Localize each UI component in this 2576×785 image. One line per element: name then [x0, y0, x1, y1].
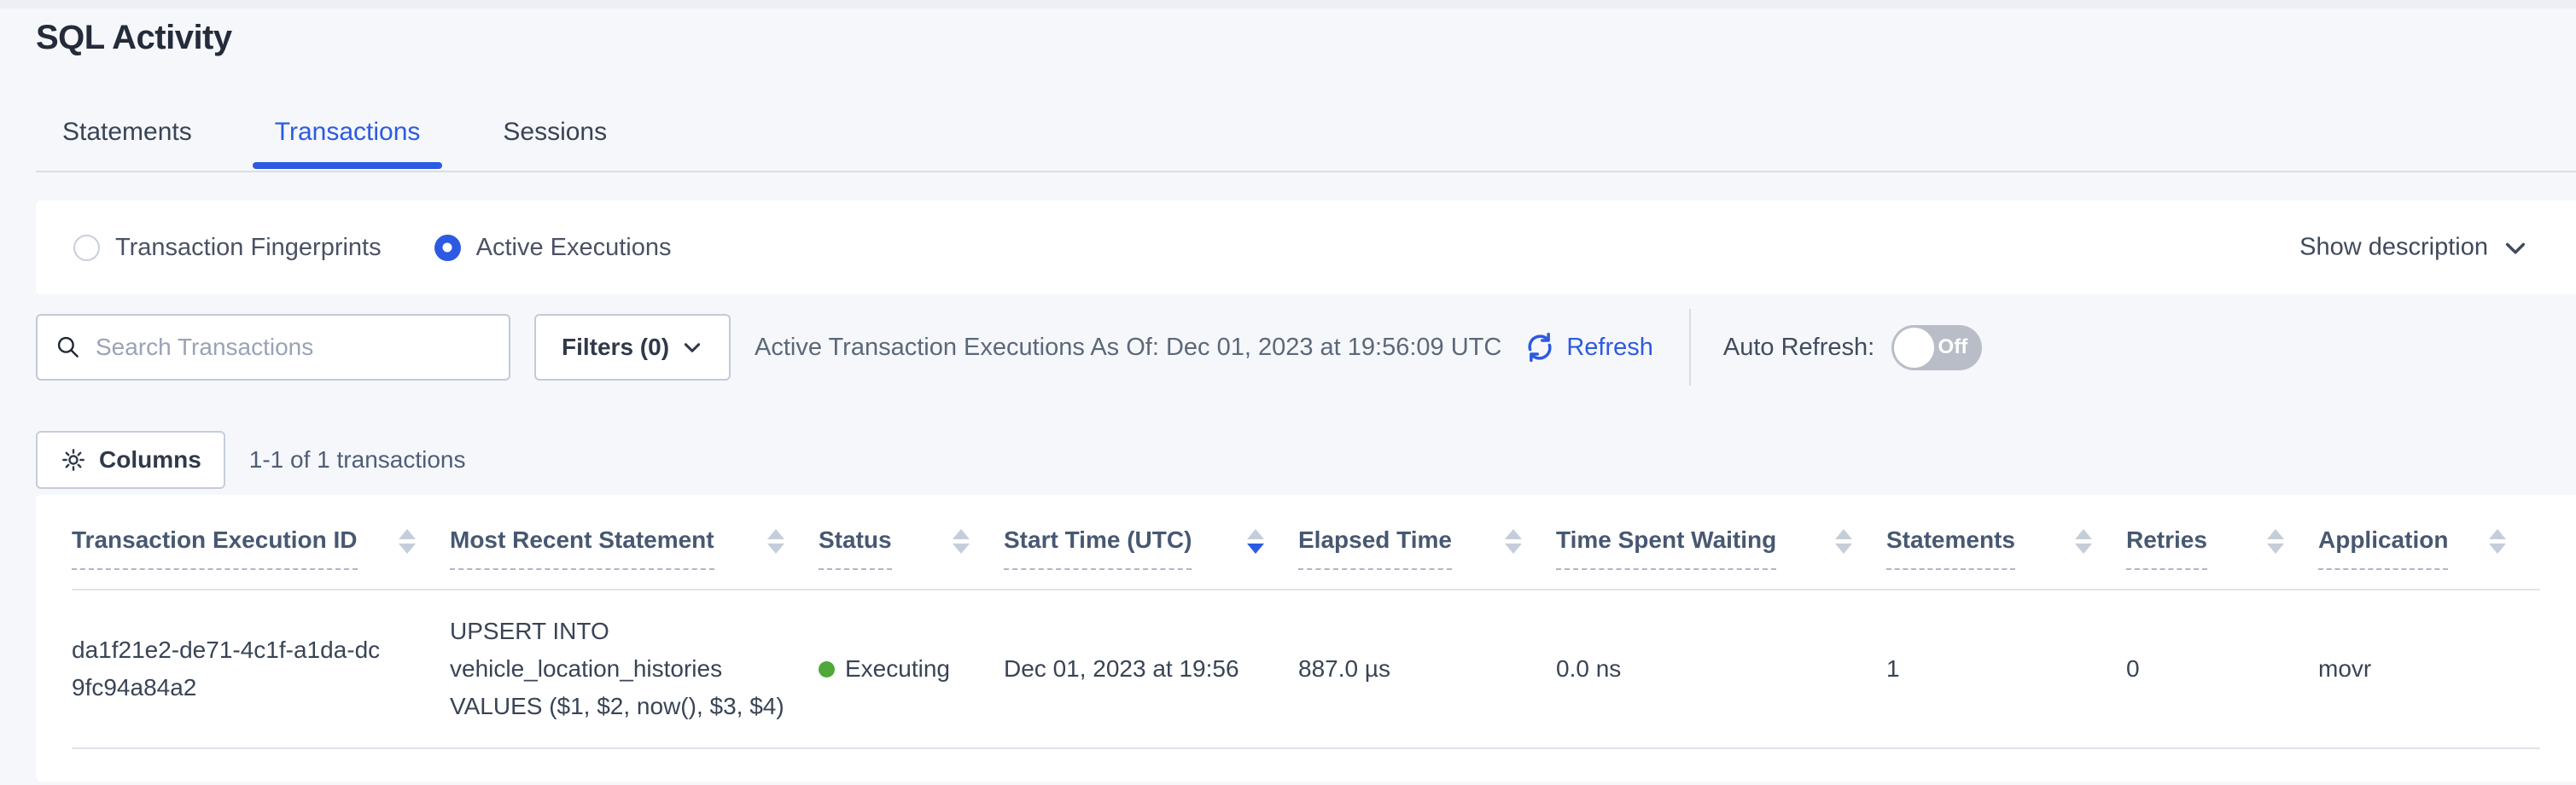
- header-label[interactable]: Elapsed Time: [1298, 526, 1452, 570]
- sort-carets[interactable]: [2267, 529, 2284, 554]
- toggle-state-label: Off: [1938, 335, 1968, 359]
- header-label[interactable]: Statements: [1886, 526, 2015, 570]
- cell-application: movr: [2318, 650, 2540, 688]
- header-label[interactable]: Status: [819, 526, 892, 570]
- cell-start-time: Dec 01, 2023 at 19:56: [1004, 650, 1298, 688]
- cell-time-spent-waiting: 0.0 ns: [1556, 650, 1886, 688]
- transaction-execution-id[interactable]: da1f21e2-de71-4c1f-a1da-dc9fc94a84a2: [72, 631, 389, 706]
- header-label[interactable]: Application: [2318, 526, 2448, 570]
- sort-carets[interactable]: [953, 529, 970, 554]
- top-edge-strip: [0, 0, 2576, 9]
- tab-statements-label: Statements: [62, 118, 192, 146]
- results-bar: Columns 1-1 of 1 transactions: [36, 431, 465, 489]
- chevron-down-icon: [2502, 234, 2529, 261]
- controls-row: Filters (0) Active Transaction Execution…: [36, 314, 2576, 381]
- status-label: Executing: [845, 650, 950, 688]
- table-row[interactable]: da1f21e2-de71-4c1f-a1da-dc9fc94a84a2 UPS…: [72, 590, 2540, 749]
- sort-carets[interactable]: [767, 529, 784, 554]
- sort-carets-active-desc[interactable]: [1247, 529, 1264, 554]
- header-label[interactable]: Most Recent Statement: [450, 526, 714, 570]
- columns-button[interactable]: Columns: [36, 431, 225, 489]
- result-count: 1-1 of 1 transactions: [249, 446, 466, 474]
- cell-status: Executing: [819, 650, 1004, 688]
- radio-transaction-fingerprints[interactable]: Transaction Fingerprints: [73, 234, 382, 262]
- active-tab-underline: [253, 162, 443, 169]
- refresh-label: Refresh: [1566, 334, 1653, 362]
- cell-retries: 0: [2126, 650, 2318, 688]
- sort-carets[interactable]: [1835, 529, 1852, 554]
- radio-transaction-fingerprints-label: Transaction Fingerprints: [115, 234, 382, 262]
- gear-icon: [60, 446, 87, 474]
- search-input[interactable]: [96, 334, 492, 361]
- radio-unselected-icon[interactable]: [73, 235, 100, 261]
- sort-carets[interactable]: [399, 529, 416, 554]
- column-header-status: Status: [819, 526, 1004, 589]
- sort-carets[interactable]: [2489, 529, 2506, 554]
- refresh-icon: [1522, 329, 1558, 365]
- sort-carets[interactable]: [1505, 529, 1522, 554]
- table-header-row: Transaction Execution ID Most Recent Sta…: [72, 495, 2540, 590]
- search-icon: [55, 334, 82, 361]
- header-label[interactable]: Time Spent Waiting: [1556, 526, 1776, 570]
- column-header-retries: Retries: [2126, 526, 2318, 589]
- radio-selected-icon[interactable]: [434, 235, 461, 261]
- as-of-timestamp: Active Transaction Executions As Of: Dec…: [755, 334, 1501, 362]
- filters-button[interactable]: Filters (0): [534, 314, 731, 381]
- most-recent-statement: UPSERT INTO vehicle_location_histories V…: [450, 613, 784, 725]
- columns-button-label: Columns: [99, 446, 201, 474]
- auto-refresh-label: Auto Refresh:: [1723, 334, 1874, 362]
- header-label[interactable]: Start Time (UTC): [1004, 526, 1192, 570]
- filters-button-label: Filters (0): [562, 334, 669, 361]
- chevron-down-icon: [681, 336, 703, 358]
- column-header-time-spent-waiting: Time Spent Waiting: [1556, 526, 1886, 589]
- view-mode-card: Transaction Fingerprints Active Executio…: [36, 201, 2576, 294]
- header-label[interactable]: Transaction Execution ID: [72, 526, 358, 570]
- tabs-divider: [36, 171, 2576, 172]
- cell-most-recent-statement: UPSERT INTO vehicle_location_histories V…: [450, 613, 819, 725]
- show-description-label: Show description: [2299, 234, 2488, 262]
- cell-transaction-execution-id[interactable]: da1f21e2-de71-4c1f-a1da-dc9fc94a84a2: [72, 631, 450, 706]
- transactions-table: Transaction Execution ID Most Recent Sta…: [36, 495, 2576, 782]
- sort-carets[interactable]: [2075, 529, 2092, 554]
- tab-transactions-label: Transactions: [275, 118, 421, 146]
- refresh-button[interactable]: Refresh: [1522, 329, 1653, 365]
- show-description-toggle[interactable]: Show description: [2299, 234, 2529, 262]
- radio-active-executions-label: Active Executions: [476, 234, 672, 262]
- column-header-elapsed-time: Elapsed Time: [1298, 526, 1556, 589]
- radio-active-executions[interactable]: Active Executions: [434, 234, 672, 262]
- cell-statements: 1: [1886, 650, 2126, 688]
- column-header-start-time: Start Time (UTC): [1004, 526, 1298, 589]
- search-box[interactable]: [36, 314, 510, 381]
- column-header-most-recent-statement: Most Recent Statement: [450, 526, 819, 589]
- toggle-knob: [1894, 328, 1934, 368]
- cell-elapsed-time: 887.0 µs: [1298, 650, 1556, 688]
- column-header-application: Application: [2318, 526, 2540, 589]
- auto-refresh-toggle[interactable]: Off: [1891, 325, 1982, 370]
- page-title: SQL Activity: [36, 19, 232, 57]
- tab-sessions-label: Sessions: [503, 118, 607, 146]
- column-header-statements: Statements: [1886, 526, 2126, 589]
- header-label[interactable]: Retries: [2126, 526, 2207, 570]
- status-executing-dot: [819, 661, 835, 677]
- column-header-transaction-execution-id: Transaction Execution ID: [72, 526, 450, 589]
- vertical-divider: [1689, 309, 1691, 386]
